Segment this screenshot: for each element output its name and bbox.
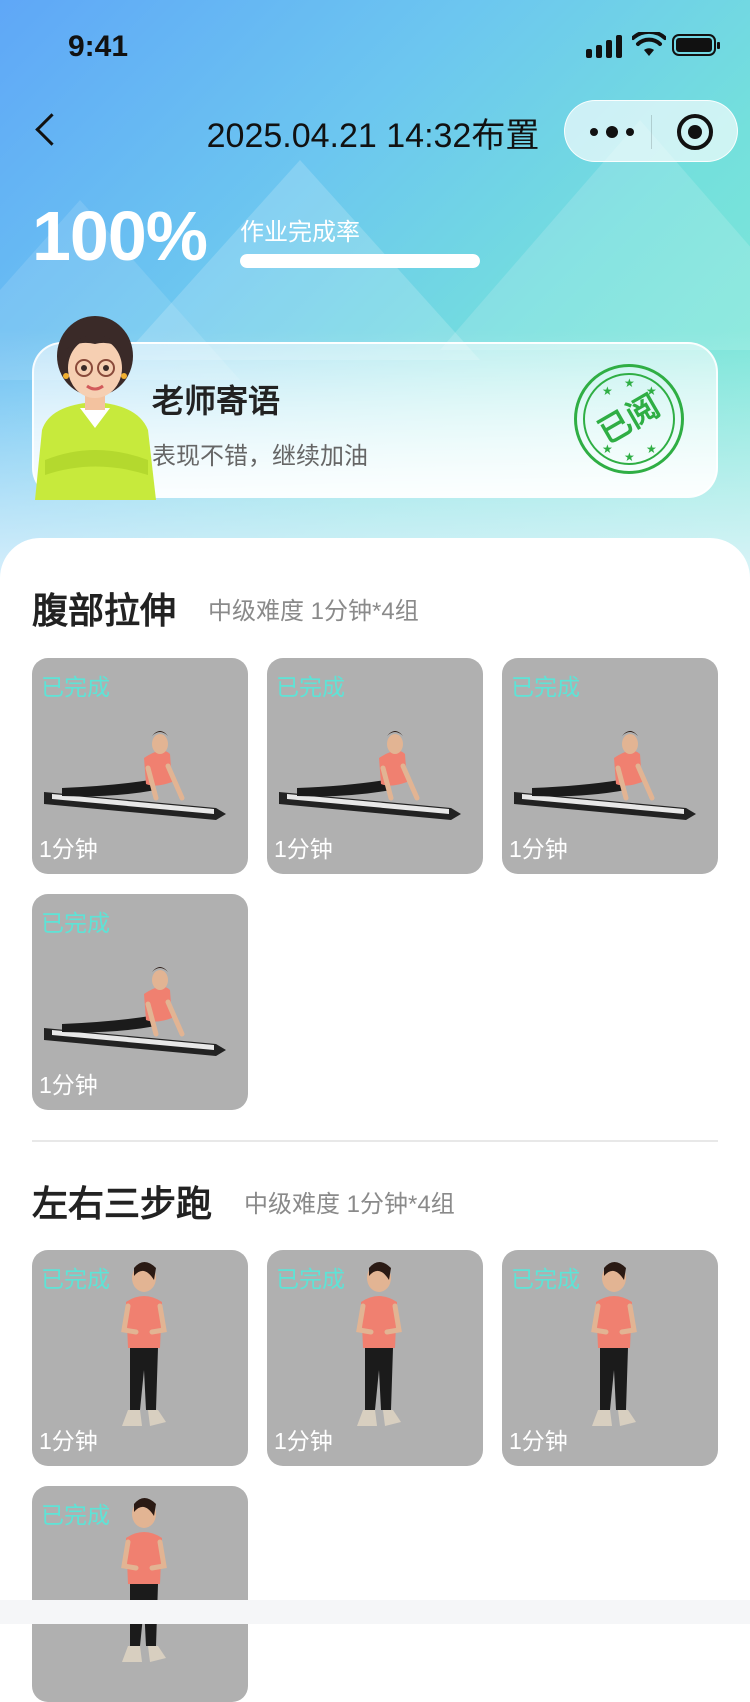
more-icon[interactable] bbox=[590, 123, 638, 141]
section-title: 左右三步跑 bbox=[32, 1183, 213, 1224]
duration-label: 1分钟 bbox=[509, 836, 568, 862]
completed-label: 已完成 bbox=[41, 1502, 110, 1528]
status-bar: 9:41 bbox=[0, 0, 750, 96]
completed-label: 已完成 bbox=[276, 674, 345, 700]
duration-label: 1分钟 bbox=[39, 836, 98, 862]
section-meta: 中级难度 1分钟*4组 bbox=[208, 598, 419, 625]
duration-label: 1分钟 bbox=[509, 1428, 568, 1454]
completed-label: 已完成 bbox=[276, 1266, 345, 1292]
completion-progress-fill bbox=[240, 254, 480, 268]
completed-label: 已完成 bbox=[511, 1266, 580, 1292]
nav-bar: 2025.04.21 14:32布置 bbox=[0, 96, 750, 168]
wifi-icon bbox=[632, 32, 666, 56]
duration-label: 1分钟 bbox=[274, 1428, 333, 1454]
exercise-tile[interactable]: 已完成 1分钟 bbox=[267, 658, 483, 874]
completed-label: 已完成 bbox=[511, 674, 580, 700]
back-button[interactable] bbox=[28, 110, 68, 150]
exercise-tile[interactable]: 已完成 bbox=[32, 1486, 248, 1702]
completed-label: 已完成 bbox=[41, 1266, 110, 1292]
duration-label: 1分钟 bbox=[39, 1072, 98, 1098]
duration-label: 1分钟 bbox=[39, 1428, 98, 1454]
section-title: 腹部拉伸 bbox=[32, 590, 177, 631]
completion-rate: 100% bbox=[32, 197, 208, 275]
completion-rate-label: 作业完成率 bbox=[240, 219, 360, 246]
exercise-tile[interactable]: 已完成 1分钟 bbox=[502, 658, 718, 874]
teacher-note-message: 表现不错，继续加油 bbox=[152, 443, 368, 470]
read-stamp: ★ ★ ★ ★ ★ ★ 已阅 bbox=[574, 364, 684, 474]
completion-progress-bar bbox=[240, 254, 480, 268]
teacher-avatar-illustration bbox=[35, 316, 156, 500]
completed-label: 已完成 bbox=[41, 674, 110, 700]
exercise-tile[interactable]: 已完成 1分钟 bbox=[32, 894, 248, 1110]
teacher-note-title: 老师寄语 bbox=[152, 383, 281, 419]
exercise-tile[interactable]: 已完成 1分钟 bbox=[32, 1250, 248, 1466]
read-stamp-text: 已阅 bbox=[592, 387, 666, 451]
exercise-tile[interactable]: 已完成 1分钟 bbox=[267, 1250, 483, 1466]
section-divider bbox=[32, 1140, 718, 1142]
duration-label: 1分钟 bbox=[274, 836, 333, 862]
close-miniprogram-icon[interactable] bbox=[677, 114, 713, 150]
battery-icon bbox=[672, 34, 720, 56]
cellular-signal-icon bbox=[586, 34, 624, 58]
miniprogram-capsule bbox=[564, 100, 738, 162]
exercise-tile[interactable]: 已完成 1分钟 bbox=[502, 1250, 718, 1466]
completed-label: 已完成 bbox=[41, 910, 110, 936]
page-title: 2025.04.21 14:32布置 bbox=[206, 117, 540, 155]
status-time: 9:41 bbox=[68, 30, 129, 63]
section-meta: 中级难度 1分钟*4组 bbox=[244, 1191, 455, 1218]
exercise-tile[interactable]: 已完成 1分钟 bbox=[32, 658, 248, 874]
